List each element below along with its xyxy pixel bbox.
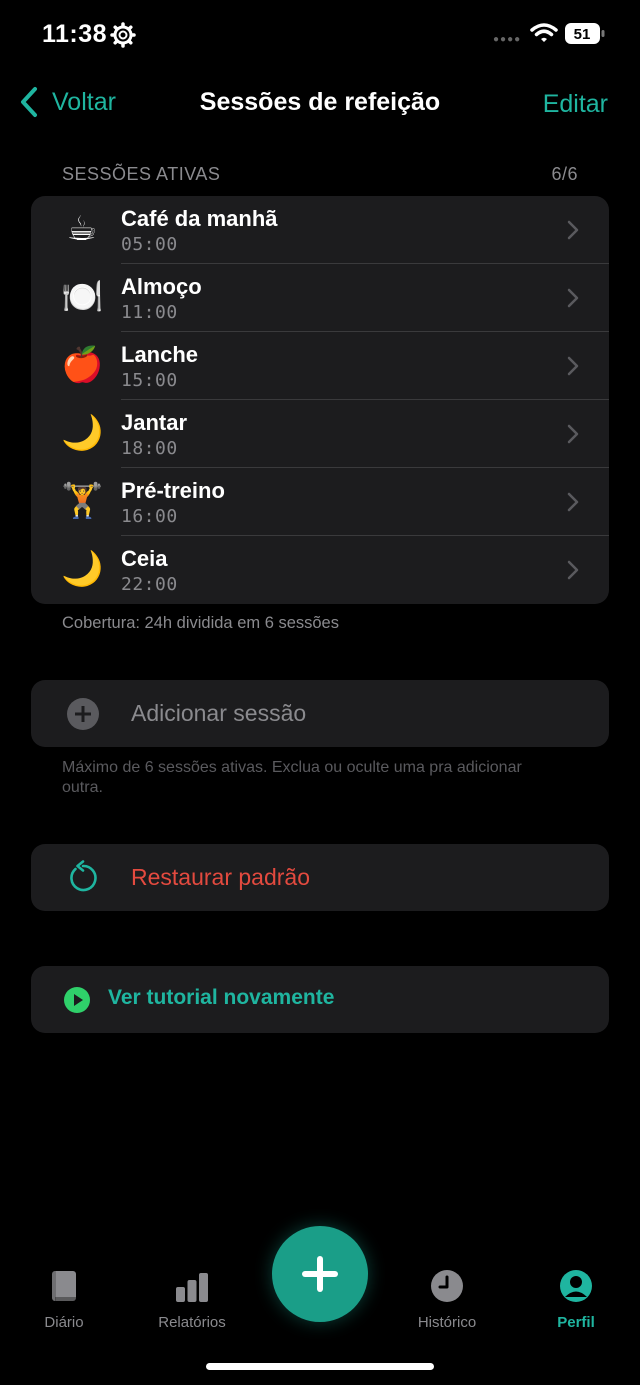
session-name: Ceia	[121, 546, 168, 571]
plate-icon: 🍽️	[61, 278, 104, 316]
session-name: Lanche	[121, 342, 199, 367]
tutorial-label: Ver tutorial novamente	[108, 986, 335, 1009]
play-icon	[64, 987, 90, 1013]
session-name: Almoço	[121, 274, 202, 299]
tab-label: Diário	[44, 1314, 84, 1331]
restore-default-button[interactable]: Restaurar padrão	[31, 844, 609, 911]
tutorial-button[interactable]: Ver tutorial novamente	[31, 966, 609, 1033]
coverage-note: Cobertura: 24h dividida em 6 sessões	[62, 614, 339, 632]
session-row-cafe[interactable]: ☕ Café da manhã 05:00	[31, 196, 609, 264]
session-row-lanche[interactable]: 🍎 Lanche 15:00	[31, 332, 609, 400]
session-time: 15:00	[121, 370, 178, 391]
session-time: 05:00	[121, 234, 178, 255]
apple-icon: 🍎	[61, 346, 104, 384]
gear-icon	[110, 22, 136, 48]
tab-historico[interactable]: Histórico	[397, 1268, 497, 1331]
session-name: Jantar	[121, 410, 188, 435]
plus-circle-icon	[67, 698, 99, 730]
tab-relatorios[interactable]: Relatórios	[142, 1268, 242, 1331]
status-bar: 11:38 ●●●● 51	[0, 0, 640, 70]
chevron-right-icon	[567, 492, 579, 512]
home-indicator	[206, 1363, 434, 1370]
battery-icon: 51	[565, 23, 605, 44]
chevron-right-icon	[567, 220, 579, 240]
tab-label: Relatórios	[158, 1314, 226, 1331]
sessions-header-label: SESSÕES ATIVAS	[62, 164, 221, 184]
tab-label: Histórico	[417, 1314, 477, 1331]
weightlifter-icon: 🏋️	[61, 482, 104, 520]
session-row-jantar[interactable]: 🌙 Jantar 18:00	[31, 400, 609, 468]
chevron-right-icon	[567, 356, 579, 376]
session-name: Café da manhã	[121, 206, 278, 231]
book-icon	[52, 1271, 76, 1301]
session-row-ceia[interactable]: 🌙 Ceia 22:00	[31, 536, 609, 604]
session-time: 18:00	[121, 438, 178, 459]
sessions-section-header: SESSÕES ATIVAS 6/6	[62, 164, 578, 185]
sessions-list: ☕ Café da manhã 05:00 🍽️ Almoço 11:00 🍎 …	[31, 196, 609, 604]
edit-button[interactable]: Editar	[543, 90, 608, 119]
tab-label: Perfil	[557, 1314, 595, 1331]
session-row-almoco[interactable]: 🍽️ Almoço 11:00	[31, 264, 609, 332]
clock-icon	[431, 1270, 463, 1302]
add-entry-fab[interactable]	[272, 1226, 368, 1322]
coffee-icon: ☕	[66, 210, 98, 248]
restore-default-label: Restaurar padrão	[131, 864, 310, 890]
moon-icon: 🌙	[61, 550, 104, 588]
chevron-right-icon	[567, 424, 579, 444]
tab-perfil[interactable]: Perfil	[526, 1268, 626, 1331]
chevron-right-icon	[567, 560, 579, 580]
sessions-count: 6/6	[551, 164, 578, 184]
add-session-note: Máximo de 6 sessões ativas. Exclua ou oc…	[62, 759, 522, 796]
add-session-button[interactable]: Adicionar sessão	[31, 680, 609, 747]
bar-chart-icon	[176, 1273, 208, 1302]
session-time: 11:00	[121, 302, 178, 323]
chevron-right-icon	[567, 288, 579, 308]
add-session-label: Adicionar sessão	[131, 700, 307, 726]
battery-level: 51	[574, 26, 591, 43]
session-name: Pré-treino	[121, 478, 225, 503]
tab-diario[interactable]: Diário	[14, 1268, 114, 1331]
session-time: 16:00	[121, 506, 178, 527]
person-icon	[560, 1270, 592, 1302]
restore-icon	[70, 860, 97, 892]
tab-bar: Diário Relatórios Histórico Perfil	[0, 1226, 640, 1350]
status-time: 11:38	[42, 20, 108, 48]
signal-dots-icon: ●●●●	[493, 34, 522, 45]
session-row-pre-treino[interactable]: 🏋️ Pré-treino 16:00	[31, 468, 609, 536]
moon-icon: 🌙	[61, 414, 104, 452]
navigation-bar: Voltar Sessões de refeição Editar	[0, 78, 640, 128]
wifi-icon	[530, 23, 558, 42]
session-time: 22:00	[121, 574, 178, 595]
